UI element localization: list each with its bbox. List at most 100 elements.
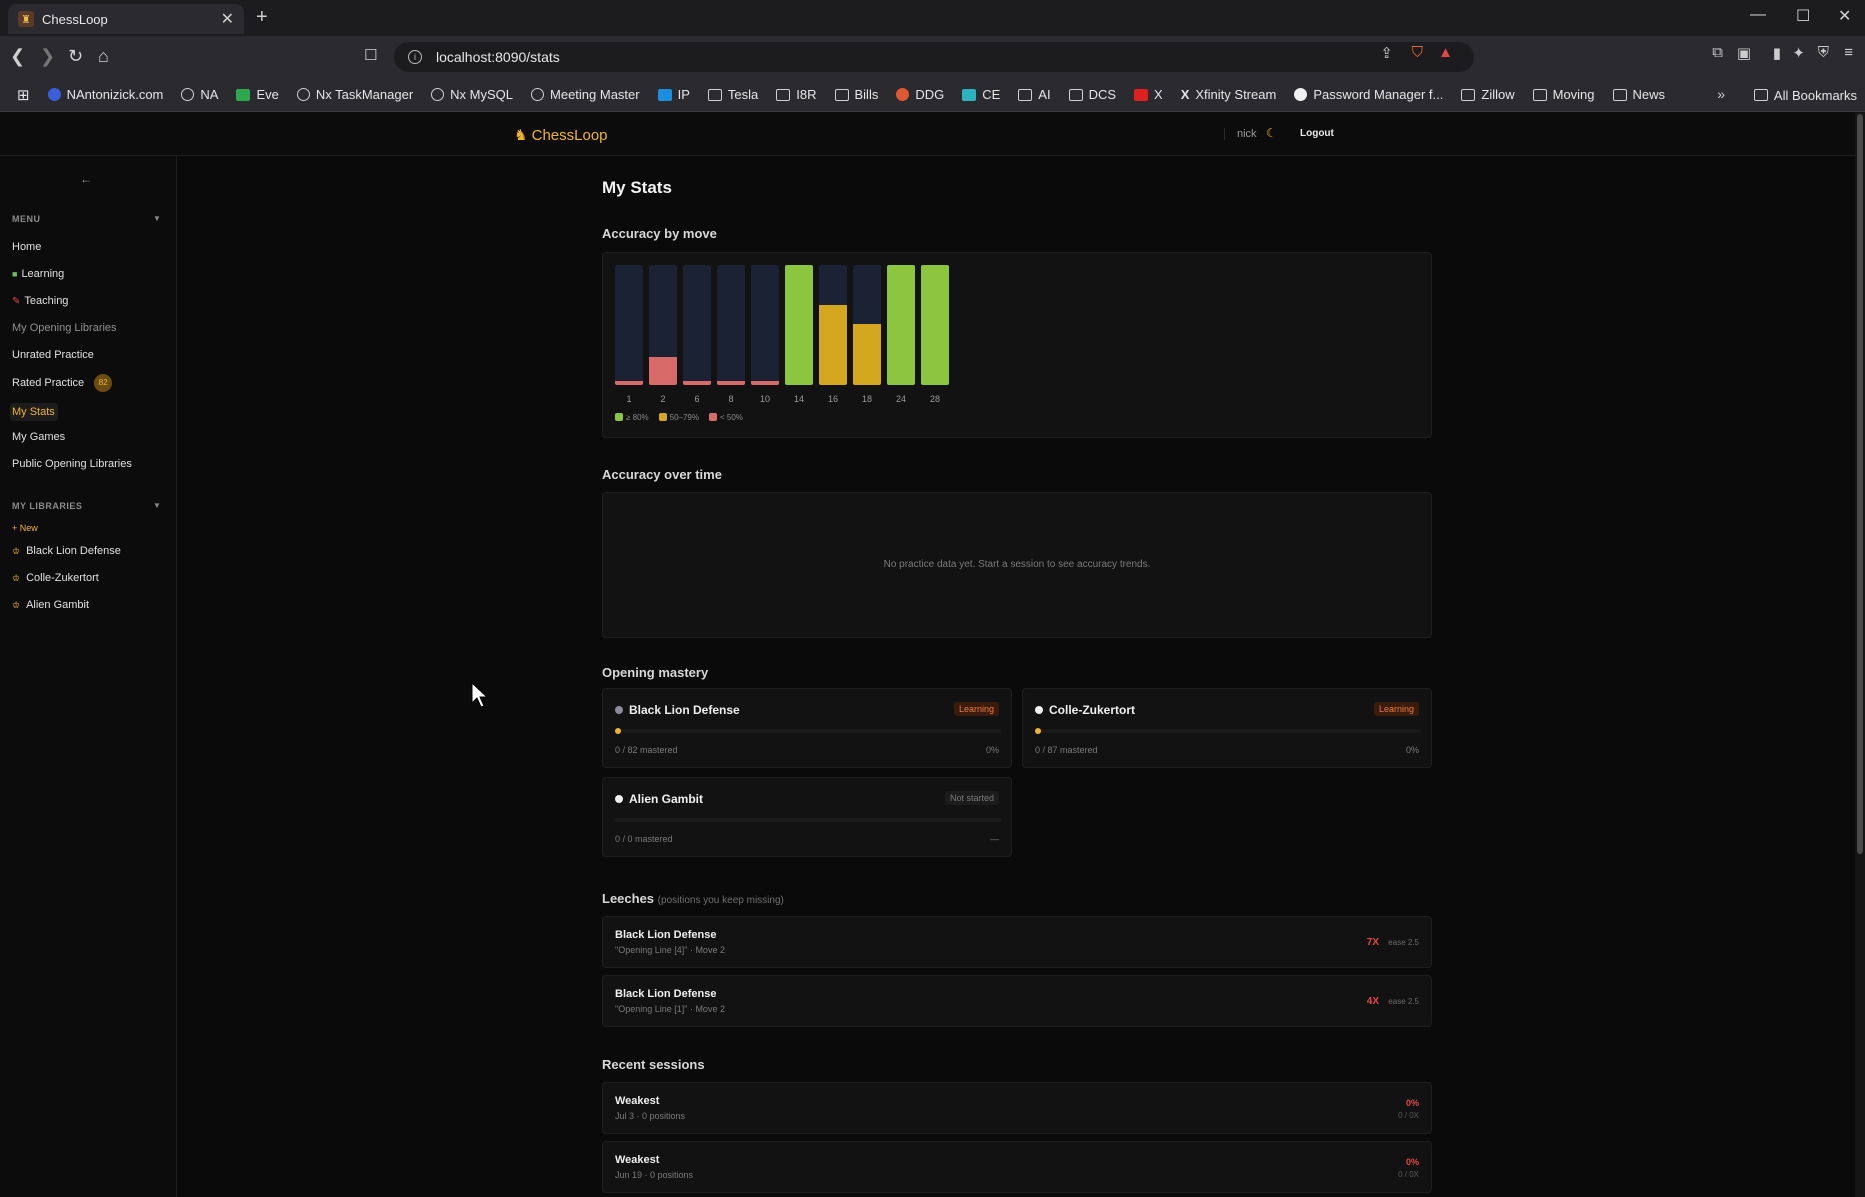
mastery-name: Alien Gambit: [615, 792, 703, 806]
bookmark-folder[interactable]: Tesla: [699, 87, 767, 102]
sidebar-item-rated-practice[interactable]: Rated Practice 82: [12, 374, 113, 392]
menu-caret-icon[interactable]: ▼: [153, 214, 161, 223]
session-row[interactable]: Weakest Jun 19 · 0 positions 0% 0 / 0X: [602, 1141, 1432, 1193]
all-bookmarks[interactable]: All Bookmarks: [1743, 78, 1857, 111]
bookmark-label: IP: [677, 87, 690, 102]
bookmark-folder[interactable]: I8R: [767, 87, 825, 102]
bookmark-folder[interactable]: AI: [1009, 87, 1059, 102]
globe-icon: [431, 88, 445, 101]
apps-grid-icon[interactable]: ⊞: [8, 86, 39, 104]
reload-icon[interactable]: ↻: [68, 46, 83, 67]
progress-dot: [615, 728, 621, 734]
bar: [615, 381, 643, 385]
bookmark-item[interactable]: Password Manager f...: [1285, 87, 1452, 102]
address-bar[interactable]: i localhost:8090/stats: [394, 42, 1474, 72]
bookmark-item[interactable]: Nx MySQL: [422, 87, 522, 102]
sidebar-item-unrated-practice[interactable]: Unrated Practice: [12, 349, 94, 361]
more-bookmarks-icon[interactable]: »: [1717, 86, 1725, 102]
session-row[interactable]: Weakest Jul 3 · 0 positions 0% 0 / 0X: [602, 1082, 1432, 1134]
maximize-icon[interactable]: ☐: [1796, 6, 1810, 26]
sidebar-toggle-icon[interactable]: ▮: [1773, 44, 1781, 62]
accuracy-by-move-heading: Accuracy by move: [602, 226, 717, 241]
bookmark-item[interactable]: DDG: [887, 87, 953, 102]
new-tab-icon[interactable]: +: [256, 6, 268, 29]
bookmark-folder[interactable]: Moving: [1524, 87, 1604, 102]
bar: [785, 265, 813, 385]
forward-icon[interactable]: ❯: [40, 46, 55, 67]
bookmark-icon[interactable]: ☐: [364, 46, 377, 64]
collapse-sidebar-icon[interactable]: ←: [80, 172, 92, 186]
folder-icon: [1068, 88, 1083, 101]
logout-button[interactable]: Logout: [1300, 128, 1334, 139]
brave-shield-icon[interactable]: ⛉: [1412, 44, 1423, 61]
bookmark-item[interactable]: IP: [649, 87, 699, 102]
bar: [819, 304, 847, 385]
mastery-name-text: Colle-Zukertort: [1049, 703, 1136, 717]
library-item[interactable]: ♔ Black Lion Defense: [12, 545, 121, 557]
bar-move-label: 14: [793, 394, 804, 404]
theme-toggle-moon-icon[interactable]: ☾: [1266, 126, 1277, 140]
bookmark-item[interactable]: Eve: [227, 87, 287, 102]
libraries-caret-icon[interactable]: ▼: [153, 501, 161, 510]
library-item[interactable]: ♔ Colle-Zukertort: [12, 572, 99, 584]
browser-tab[interactable]: ♜ ChessLoop ✕: [8, 4, 244, 34]
new-library-link[interactable]: + New: [12, 523, 38, 533]
mastery-card[interactable]: Colle-Zukertort Learning 0 / 87 mastered…: [1022, 688, 1432, 768]
sidebar-item-home[interactable]: Home: [12, 241, 41, 253]
leo-ai-icon[interactable]: ✦: [1792, 44, 1805, 62]
leech-row[interactable]: Black Lion Defense "Opening Line [4]" · …: [602, 916, 1432, 968]
leech-row[interactable]: Black Lion Defense "Opening Line [1]" · …: [602, 975, 1432, 1027]
accuracy-over-time-heading: Accuracy over time: [602, 467, 722, 482]
leech-title: Black Lion Defense: [615, 988, 717, 1000]
sidebar-item-my-stats[interactable]: My Stats: [10, 403, 58, 421]
bookmark-item[interactable]: NA: [172, 87, 227, 102]
status-badge: Learning: [953, 702, 999, 716]
menu-section-title: MENU: [12, 214, 41, 224]
home-icon[interactable]: ⌂: [98, 46, 109, 67]
bookmark-item[interactable]: Nx TaskManager: [288, 87, 422, 102]
library-item[interactable]: ♔ Alien Gambit: [12, 599, 89, 611]
menu-icon[interactable]: ≡: [1844, 44, 1853, 61]
sidebar-item-teaching[interactable]: ✎ Teaching: [12, 295, 68, 307]
crown-icon: ♔: [12, 545, 21, 556]
bookmark-item[interactable]: X Xfinity Stream: [1172, 87, 1286, 102]
back-icon[interactable]: ❮: [10, 46, 25, 67]
bar-track: [649, 265, 677, 385]
sidebar-item-my-games[interactable]: My Games: [12, 431, 65, 443]
pawn-bullet-icon: [1035, 706, 1043, 714]
bookmark-folder[interactable]: Zillow: [1452, 87, 1523, 102]
wallet-icon[interactable]: ▣: [1737, 44, 1751, 62]
eve-icon: [236, 88, 251, 101]
bookmark-item[interactable]: NAntonizick.com: [39, 87, 173, 102]
close-tab-icon[interactable]: ✕: [221, 9, 234, 29]
sidebar-item-label: Learning: [21, 268, 65, 280]
legend-swatch: [615, 413, 623, 421]
bookmark-folder[interactable]: News: [1604, 87, 1675, 102]
minimize-icon[interactable]: —: [1750, 6, 1766, 24]
sidebar-item-my-opening-libraries[interactable]: My Opening Libraries: [12, 322, 117, 334]
vpn-icon[interactable]: ⛨: [1818, 44, 1829, 61]
close-window-icon[interactable]: ✕: [1838, 6, 1851, 26]
sidebar-item-learning[interactable]: ■ Learning: [12, 268, 64, 280]
mastery-card[interactable]: Black Lion Defense Learning 0 / 82 maste…: [602, 688, 1012, 768]
bookmark-folder[interactable]: Bills: [826, 87, 888, 102]
mastery-progress-bar: [1035, 728, 1421, 734]
scrollbar-thumb[interactable]: [1857, 114, 1863, 854]
bookmark-item[interactable]: CE: [953, 87, 1009, 102]
site-info-icon[interactable]: i: [408, 50, 422, 64]
extensions-icon[interactable]: ⧉: [1712, 44, 1723, 61]
bookmark-item[interactable]: Meeting Master: [522, 87, 649, 102]
mastery-card[interactable]: Alien Gambit Not started 0 / 0 mastered …: [602, 777, 1012, 857]
share-icon[interactable]: ⇪: [1380, 44, 1393, 62]
sidebar-item-public-opening-libraries[interactable]: Public Opening Libraries: [12, 458, 132, 470]
page-scrollbar[interactable]: [1855, 112, 1865, 1197]
chessloop-favicon-icon: ♜: [18, 11, 34, 27]
bookmark-folder[interactable]: DCS: [1060, 87, 1125, 102]
legend-label: ≥ 80%: [626, 413, 649, 422]
bar-move-label: 24: [895, 394, 906, 404]
sidebar-item-label: Public Opening Libraries: [12, 458, 132, 470]
bookmark-label: News: [1632, 87, 1666, 102]
brave-rewards-icon[interactable]: ▲: [1438, 44, 1453, 61]
brand-logo[interactable]: ♞ ChessLoop: [514, 126, 608, 144]
bookmark-item[interactable]: X: [1125, 87, 1172, 102]
